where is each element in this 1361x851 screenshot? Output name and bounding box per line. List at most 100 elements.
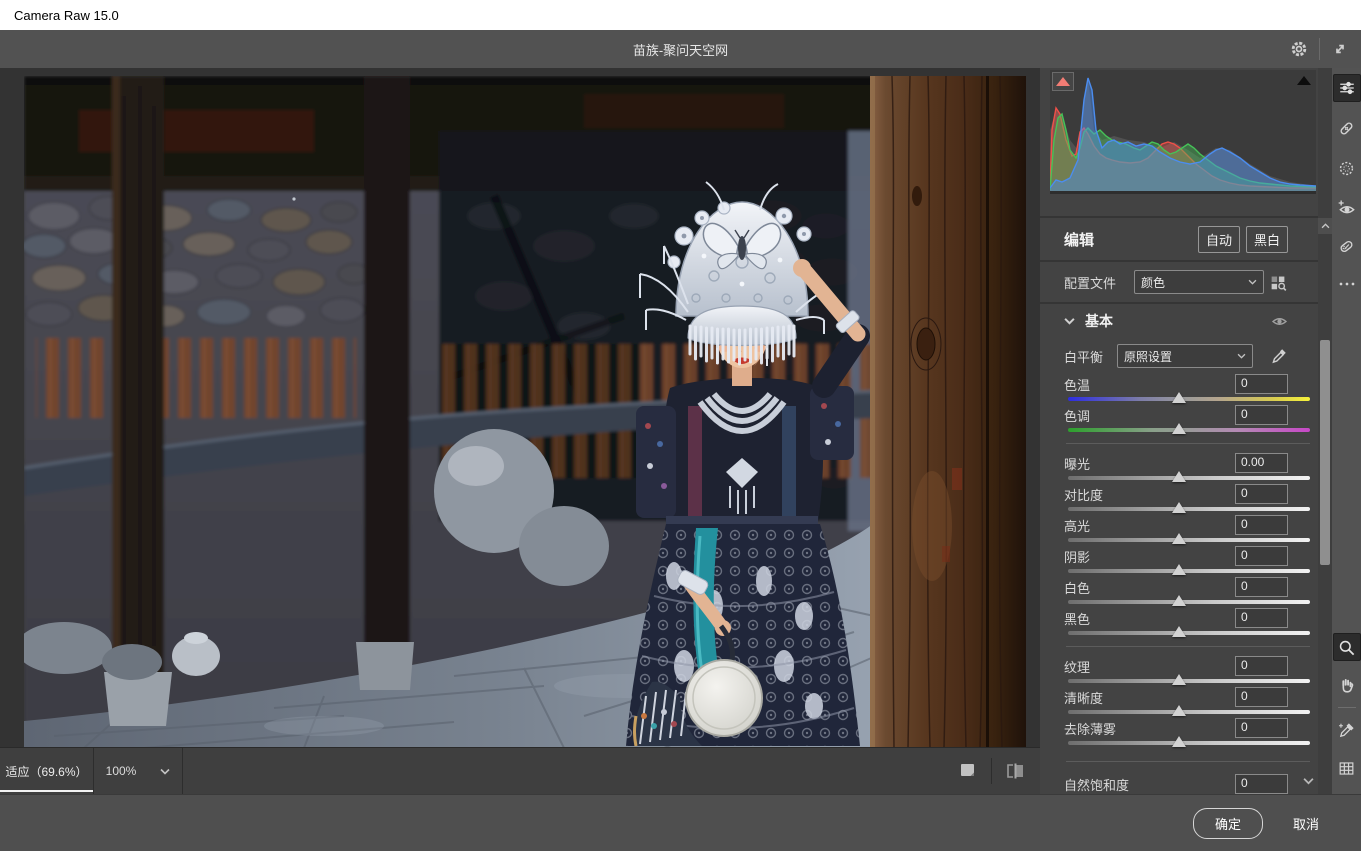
- more-options-button[interactable]: [1333, 270, 1361, 298]
- eye-icon[interactable]: [1271, 315, 1288, 328]
- slider-group-divider: [1066, 443, 1310, 444]
- presets-tool-button[interactable]: [1333, 232, 1361, 260]
- viewbar-spacer: [183, 748, 953, 794]
- exposure-value-field[interactable]: 0.00: [1235, 453, 1288, 473]
- white-balance-label: 白平衡: [1064, 347, 1103, 366]
- slider-thumb[interactable]: [1172, 502, 1186, 513]
- before-after-icon[interactable]: [1000, 756, 1030, 786]
- white-balance-dropdown[interactable]: 原照设置: [1117, 344, 1253, 368]
- slider-label: 清晰度: [1064, 688, 1103, 707]
- healing-tool-button[interactable]: [1333, 114, 1361, 142]
- panel-scrollbar[interactable]: [1318, 68, 1332, 794]
- document-title: 苗族-聚问天空网: [0, 40, 1361, 59]
- slider-shadows: 阴影 0: [1066, 546, 1312, 577]
- wood-post: [870, 76, 1026, 747]
- slider-thumb[interactable]: [1172, 564, 1186, 575]
- eyedropper-icon[interactable]: [1270, 347, 1288, 365]
- slider-label: 阴影: [1064, 547, 1090, 566]
- profile-row: 配置文件 颜色: [1040, 262, 1318, 302]
- highlight-clipping-triangle-icon: [1297, 76, 1311, 85]
- texture-value-field[interactable]: 0: [1235, 656, 1288, 676]
- slider-label: 白色: [1064, 578, 1090, 597]
- vibrance-value-field[interactable]: 0: [1235, 774, 1288, 794]
- hand-tool-button[interactable]: [1333, 671, 1361, 699]
- slider-dehaze: 去除薄雾 0: [1066, 718, 1312, 749]
- basic-section-header[interactable]: 基本: [1040, 304, 1318, 338]
- edit-tool-button[interactable]: [1333, 74, 1361, 102]
- slider-thumb[interactable]: [1172, 626, 1186, 637]
- whites-slider-track[interactable]: [1068, 600, 1310, 604]
- photo-canvas[interactable]: [0, 68, 1040, 747]
- dehaze-value-field[interactable]: 0: [1235, 718, 1288, 738]
- white-balance-value: 原照设置: [1124, 348, 1172, 365]
- clarity-slider-track[interactable]: [1068, 710, 1310, 714]
- dehaze-slider-track[interactable]: [1068, 741, 1310, 745]
- zoom-level-value: 100%: [106, 764, 137, 778]
- chevron-down-icon: [1237, 353, 1246, 359]
- slider-thumb[interactable]: [1172, 392, 1186, 403]
- slider-label: 纹理: [1064, 657, 1090, 676]
- slider-thumb[interactable]: [1172, 471, 1186, 482]
- viewbar-separator: [991, 758, 992, 784]
- slider-label: 曝光: [1064, 454, 1090, 473]
- header-separator: [1319, 38, 1320, 60]
- image-viewport: 适应（69.6%） 100%: [0, 68, 1040, 794]
- slider-thumb[interactable]: [1172, 423, 1186, 434]
- slider-texture: 纹理 0: [1066, 656, 1312, 687]
- red-eye-tool-button[interactable]: [1333, 194, 1361, 222]
- shadows-value-field[interactable]: 0: [1235, 546, 1288, 566]
- temperature-value-field[interactable]: 0: [1235, 374, 1288, 394]
- tint-value-field[interactable]: 0: [1235, 405, 1288, 425]
- bw-button[interactable]: 黑白: [1246, 226, 1288, 253]
- expand-icon[interactable]: [1325, 36, 1355, 62]
- scroll-up-button[interactable]: [1318, 218, 1332, 234]
- single-view-icon[interactable]: [953, 756, 983, 786]
- gear-icon[interactable]: [1284, 36, 1314, 62]
- exposure-slider-track[interactable]: [1068, 476, 1310, 480]
- fit-zoom-tab[interactable]: 适应（69.6%）: [0, 748, 93, 794]
- highlights-slider-track[interactable]: [1068, 538, 1310, 542]
- auto-button[interactable]: 自动: [1198, 226, 1240, 253]
- histogram[interactable]: [1050, 70, 1316, 194]
- highlights-value-field[interactable]: 0: [1235, 515, 1288, 535]
- slider-thumb[interactable]: [1172, 705, 1186, 716]
- slider-thumb[interactable]: [1172, 674, 1186, 685]
- browse-profiles-icon[interactable]: [1268, 272, 1288, 292]
- slider-clarity: 清晰度 0: [1066, 687, 1312, 718]
- contrast-value-field[interactable]: 0: [1235, 484, 1288, 504]
- whites-value-field[interactable]: 0: [1235, 577, 1288, 597]
- slider-label: 去除薄雾: [1064, 719, 1116, 738]
- document-header: 苗族-聚问天空网: [0, 30, 1361, 68]
- slider-label: 自然饱和度: [1064, 775, 1129, 794]
- profile-dropdown[interactable]: 颜色: [1134, 270, 1264, 294]
- temperature-slider-track[interactable]: [1068, 397, 1310, 401]
- edit-panel: 编辑 自动 黑白 配置文件 颜色: [1040, 68, 1318, 794]
- blacks-value-field[interactable]: 0: [1235, 608, 1288, 628]
- zoom-tool-button[interactable]: [1333, 633, 1361, 661]
- chevron-down-icon: [1248, 279, 1257, 285]
- zoom-chevron-down-icon[interactable]: [148, 748, 182, 794]
- shadow-clipping-toggle[interactable]: [1052, 72, 1074, 91]
- scrollbar-thumb[interactable]: [1320, 340, 1330, 565]
- contrast-slider-track[interactable]: [1068, 507, 1310, 511]
- slider-thumb[interactable]: [1172, 736, 1186, 747]
- cancel-button[interactable]: 取消: [1293, 814, 1319, 833]
- ok-button[interactable]: 确定: [1193, 808, 1263, 839]
- shadows-slider-track[interactable]: [1068, 569, 1310, 573]
- tint-slider-track[interactable]: [1068, 428, 1310, 432]
- grid-overlay-button[interactable]: [1333, 754, 1361, 782]
- highlight-clipping-toggle[interactable]: [1294, 72, 1314, 89]
- panel-scroll-chevron-down-icon[interactable]: [1303, 777, 1314, 785]
- blacks-slider-track[interactable]: [1068, 631, 1310, 635]
- texture-slider-track[interactable]: [1068, 679, 1310, 683]
- clarity-value-field[interactable]: 0: [1235, 687, 1288, 707]
- white-balance-eyedropper-button[interactable]: [1333, 716, 1361, 744]
- masking-tool-button[interactable]: [1333, 154, 1361, 182]
- photo-miao-portrait: [24, 76, 1026, 747]
- slider-group-divider: [1066, 646, 1310, 647]
- zoom-level-select[interactable]: 100%: [94, 748, 148, 794]
- slider-thumb[interactable]: [1172, 533, 1186, 544]
- window-titlebar: Camera Raw 15.0: [0, 0, 1361, 30]
- slider-label: 对比度: [1064, 485, 1103, 504]
- slider-thumb[interactable]: [1172, 595, 1186, 606]
